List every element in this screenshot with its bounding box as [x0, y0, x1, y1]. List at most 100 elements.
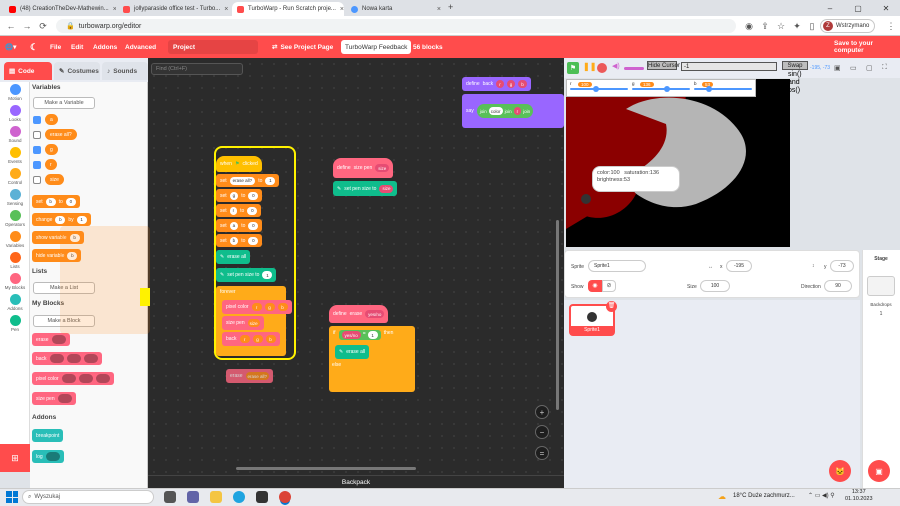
- blk-arg[interactable]: size: [379, 184, 394, 193]
- category-variables[interactable]: Variables: [0, 231, 30, 248]
- blk-var[interactable]: a: [229, 221, 239, 230]
- define-size-pen-block[interactable]: define size pen size: [333, 158, 394, 178]
- blk-value[interactable]: 0: [248, 221, 259, 230]
- var-checkbox[interactable]: [33, 116, 41, 124]
- blk-value[interactable]: 1: [76, 215, 87, 224]
- if-else-block[interactable]: if yes/no = 1 then: [329, 326, 415, 392]
- y-input[interactable]: -73: [830, 260, 854, 272]
- category-pen[interactable]: Pen: [0, 315, 30, 332]
- menu-advanced[interactable]: Advanced: [125, 36, 156, 58]
- say-block[interactable]: say join color join r join: [462, 94, 564, 128]
- blk-var[interactable]: size: [247, 319, 260, 327]
- close-window-icon[interactable]: ✕: [872, 0, 900, 16]
- url-input[interactable]: 🔒 turbowarp.org/editor: [56, 19, 736, 33]
- var-block[interactable]: erase all?: [45, 129, 77, 140]
- back-icon[interactable]: ←: [4, 19, 18, 33]
- tab-sounds[interactable]: ♪ Sounds: [102, 62, 148, 80]
- var-block[interactable]: r: [45, 159, 57, 170]
- slider-knob[interactable]: [593, 86, 600, 92]
- blk-var[interactable]: b: [229, 236, 239, 245]
- blk-arg[interactable]: r: [496, 80, 504, 88]
- globe-icon[interactable]: 🌐▾: [5, 36, 16, 58]
- close-icon[interactable]: ×: [437, 6, 441, 13]
- menu-edit[interactable]: Edit: [71, 36, 83, 58]
- blk-arg[interactable]: b: [518, 80, 527, 88]
- minimize-icon[interactable]: –: [816, 0, 844, 16]
- tab-code[interactable]: ▤ Code: [4, 62, 52, 80]
- save-button[interactable]: Save to your computer: [834, 36, 900, 58]
- monitor-g[interactable]: 136 g: [632, 81, 690, 94]
- back-call[interactable]: back r g b: [222, 332, 280, 346]
- blk-slot[interactable]: [61, 374, 76, 383]
- blk-value[interactable]: 0: [248, 191, 259, 200]
- show-visible-icon[interactable]: ◉: [588, 280, 602, 292]
- category-looks[interactable]: Looks: [0, 105, 30, 122]
- erase-all-block[interactable]: ✎ erase all: [216, 250, 251, 264]
- star-icon[interactable]: ☆: [774, 19, 788, 33]
- category-my-blocks[interactable]: My Blocks: [0, 273, 30, 290]
- browser-tab-3[interactable]: TurboWarp - Run Scratch proje... ×: [232, 2, 344, 16]
- small-stage-icon[interactable]: ▭: [850, 64, 857, 72]
- pause-button[interactable]: ❚❚: [583, 62, 596, 74]
- erase-all-block[interactable]: ✎ erase all: [335, 345, 370, 359]
- sprite-dot[interactable]: [581, 194, 591, 204]
- blk-slot[interactable]: [57, 394, 72, 403]
- find-input[interactable]: Find (Ctrl+F): [151, 63, 243, 75]
- blk-arg[interactable]: g: [506, 80, 516, 88]
- new-tab-button[interactable]: +: [448, 2, 453, 12]
- forward-icon[interactable]: →: [20, 19, 34, 33]
- blk-value[interactable]: 1: [262, 271, 273, 279]
- close-icon[interactable]: ×: [224, 6, 228, 13]
- swap-button[interactable]: Swap: [782, 61, 808, 70]
- add-backdrop-icon[interactable]: ▣: [868, 460, 890, 482]
- clock[interactable]: 13:37 01.10.2023: [845, 489, 873, 503]
- var-checkbox[interactable]: [33, 176, 41, 184]
- custom-block-size-pen[interactable]: size pen: [32, 392, 76, 405]
- direction-input[interactable]: 90: [824, 280, 852, 292]
- set-variable-block[interactable]: set r to 0: [216, 204, 262, 217]
- vertical-scrollbar[interactable]: [556, 220, 559, 410]
- blk-slot[interactable]: [83, 354, 98, 363]
- teams-icon[interactable]: [187, 491, 199, 503]
- set-variable-block[interactable]: set b to 0: [32, 195, 80, 208]
- zoom-in-icon[interactable]: +: [535, 405, 549, 419]
- project-title-input[interactable]: Project: [168, 40, 258, 54]
- change-variable-block[interactable]: change b by 1: [32, 213, 91, 226]
- zoom-reset-icon[interactable]: =: [535, 446, 549, 460]
- stage-thumbnail[interactable]: [867, 276, 895, 296]
- blk-var[interactable]: r: [239, 335, 250, 343]
- blk-var[interactable]: b: [45, 197, 56, 206]
- set-variable-block[interactable]: set b to 0: [216, 234, 263, 247]
- sprite-name-input[interactable]: Sprite1: [588, 260, 646, 272]
- erase-call-loose[interactable]: erase erase all?: [226, 369, 274, 383]
- camera-icon[interactable]: ◉: [742, 19, 756, 33]
- pixel-color-call[interactable]: pixel color r g b: [222, 300, 292, 314]
- blk-var[interactable]: g: [264, 303, 275, 311]
- var-block[interactable]: a: [45, 114, 58, 125]
- category-lists[interactable]: Lists: [0, 252, 30, 269]
- var-checkbox[interactable]: [33, 146, 41, 154]
- blk-arg[interactable]: yes/no: [341, 331, 361, 339]
- blk-slot[interactable]: [66, 354, 81, 363]
- equals-operator[interactable]: yes/no = 1: [338, 330, 381, 340]
- size-pen-call[interactable]: size pen size: [222, 316, 264, 330]
- file-explorer-icon[interactable]: [210, 491, 222, 503]
- close-icon[interactable]: ×: [113, 6, 116, 13]
- reload-icon[interactable]: ⟳: [36, 19, 50, 33]
- blk-var[interactable]: erase all?: [229, 176, 256, 185]
- browser-tab-2[interactable]: jollyparaside office test - Turbo... ×: [118, 2, 230, 16]
- var-checkbox[interactable]: [33, 131, 41, 139]
- blk-var[interactable]: g: [252, 335, 263, 343]
- set-pen-size-block[interactable]: ✎ set pen size to size: [333, 181, 398, 196]
- weather-text[interactable]: 18°C Duże zachmurz...: [733, 493, 795, 499]
- blk-slot[interactable]: [49, 354, 64, 363]
- green-flag-button[interactable]: ⚑: [567, 62, 579, 74]
- hide-cursor-button[interactable]: Hide Cursor: [647, 61, 680, 70]
- stage-text-field[interactable]: -1: [681, 62, 777, 71]
- set-variable-block[interactable]: set a to 0: [216, 219, 263, 232]
- blk-value[interactable]: 1: [367, 331, 378, 339]
- show-hidden-icon[interactable]: ⊘: [602, 280, 616, 292]
- slider-knob[interactable]: [663, 86, 670, 92]
- category-addons[interactable]: Addons: [0, 294, 30, 311]
- var-block[interactable]: g: [45, 144, 58, 155]
